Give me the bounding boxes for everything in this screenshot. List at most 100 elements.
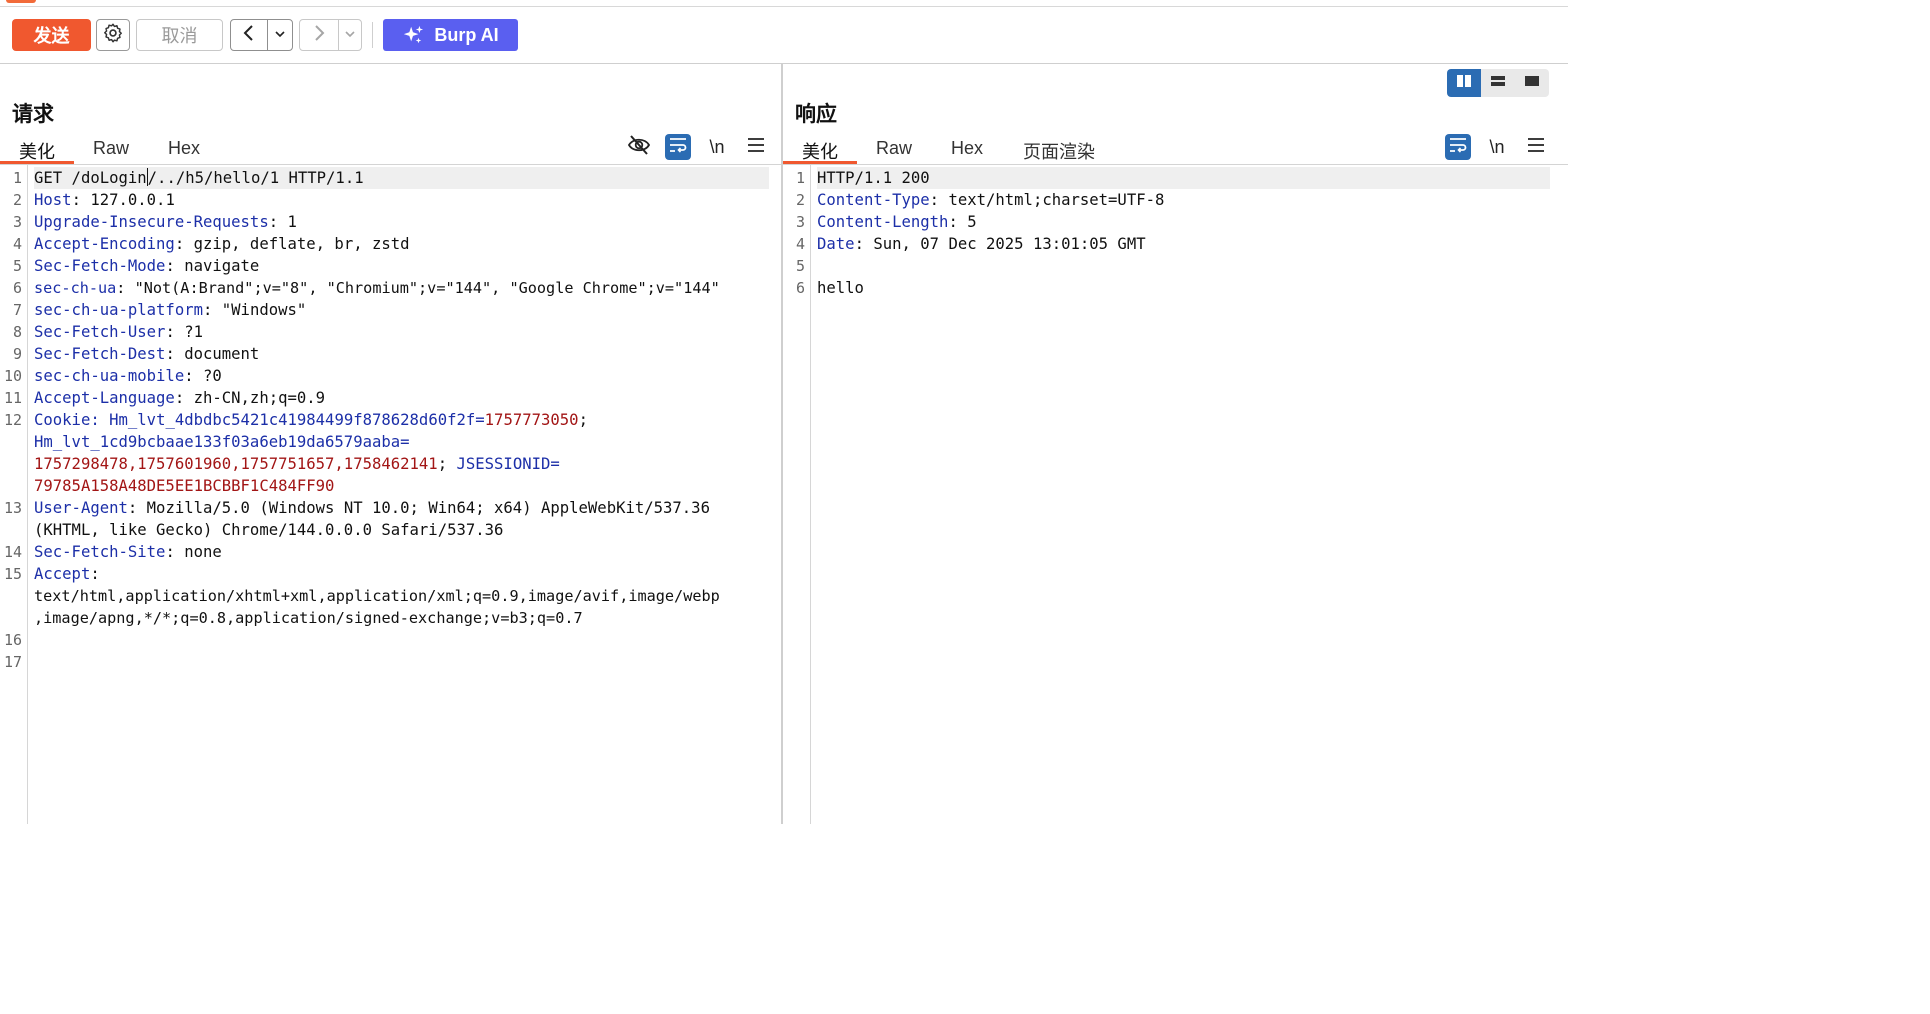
back-button[interactable] xyxy=(230,19,268,51)
layout-rows-button[interactable] xyxy=(1481,69,1515,97)
wrap-toggle-button[interactable] xyxy=(1445,134,1471,160)
layout-split-button[interactable] xyxy=(1447,69,1481,97)
line-number: 3 xyxy=(12,213,22,231)
request-header-line: Accept-Encoding: gzip, deflate, br, zstd xyxy=(34,233,410,255)
send-button[interactable]: 发送 xyxy=(12,19,91,51)
response-tab-raw[interactable]: Raw xyxy=(865,134,923,164)
request-line-text: GET /doLogin xyxy=(34,169,147,187)
request-gutter: 1 2 3 4 5 6 7 8 9 10 11 12 13 14 15 16 1… xyxy=(0,165,28,824)
header-value: : none xyxy=(165,543,222,561)
line-number: 2 xyxy=(12,191,22,209)
response-status-line: HTTP/1.1 200 xyxy=(817,167,1550,189)
header-key: Upgrade-Insecure-Requests xyxy=(34,213,269,231)
header-value: : ?1 xyxy=(165,323,203,341)
line-number: 17 xyxy=(3,653,22,671)
cookie-separator: ; xyxy=(437,455,457,473)
layout-switcher xyxy=(1447,69,1549,97)
header-value: : xyxy=(90,565,100,583)
request-header-line: Accept: xyxy=(34,563,100,585)
burp-ai-label: Burp AI xyxy=(434,24,499,45)
line-number: 1 xyxy=(795,169,805,187)
request-tab-hex[interactable]: Hex xyxy=(156,134,212,164)
line-number: 15 xyxy=(3,565,22,583)
header-key: Host xyxy=(34,191,72,209)
hide-nonprintable-button[interactable] xyxy=(626,134,652,160)
request-editor[interactable]: 1 2 3 4 5 6 7 8 9 10 11 12 13 14 15 16 1… xyxy=(0,165,781,824)
request-menu-button[interactable] xyxy=(743,134,769,160)
request-tab-pretty[interactable]: 美化 xyxy=(0,134,74,164)
response-pane: 响应 美化 Raw Hex 页面渲染 \n 1 2 3 4 5 6 HTTP/1… xyxy=(783,64,1568,824)
header-value: : 127.0.0.1 xyxy=(71,191,175,209)
chevron-down-icon xyxy=(344,26,356,44)
request-header-line: Sec-Fetch-User: ?1 xyxy=(34,321,203,343)
wrap-icon xyxy=(668,136,688,159)
burp-ai-button[interactable]: Burp AI xyxy=(383,19,518,51)
response-tab-render[interactable]: 页面渲染 xyxy=(1013,134,1105,164)
request-header-line: sec-ch-ua-platform: "Windows" xyxy=(34,299,306,321)
cancel-button[interactable]: 取消 xyxy=(136,19,223,51)
back-history-dropdown[interactable] xyxy=(267,19,293,51)
request-header-continuation: (KHTML, like Gecko) Chrome/144.0.0.0 Saf… xyxy=(34,521,504,539)
line-number: 14 xyxy=(3,543,22,561)
request-header-continuation: text/html,application/xhtml+xml,applicat… xyxy=(34,587,720,605)
line-number: 16 xyxy=(3,631,22,649)
header-key: Cookie xyxy=(34,411,91,429)
line-number: 4 xyxy=(12,235,22,253)
request-pane: 请求 美化 Raw Hex \n 1 2 3 4 5 6 7 8 9 10 11… xyxy=(0,64,783,824)
response-title: 响应 xyxy=(795,103,837,126)
request-cookie-continuation: 1757298478,1757601960,1757751657,1758462… xyxy=(34,453,560,475)
header-key: Accept-Language xyxy=(34,389,175,407)
header-value: : "Not(A:Brand";v="8", "Chromium";v="144… xyxy=(116,279,720,297)
header-key: Sec-Fetch-Mode xyxy=(34,257,166,275)
layout-single-icon xyxy=(1524,74,1540,93)
line-number: 5 xyxy=(12,257,22,275)
response-gutter: 1 2 3 4 5 6 xyxy=(783,165,811,824)
wrap-icon xyxy=(1448,136,1468,159)
line-number: 12 xyxy=(3,411,22,429)
line-number: 1 xyxy=(12,169,22,187)
header-key: Date xyxy=(817,235,855,253)
header-separator: : xyxy=(90,411,110,429)
newline-toggle-button[interactable]: \n xyxy=(1484,134,1510,160)
response-tab-hex[interactable]: Hex xyxy=(939,134,995,164)
request-header-line: Upgrade-Insecure-Requests: 1 xyxy=(34,211,297,233)
menu-icon xyxy=(1527,137,1545,158)
layout-split-icon xyxy=(1456,74,1472,93)
request-header-line: Sec-Fetch-Mode: navigate xyxy=(34,255,259,277)
header-key: Sec-Fetch-Site xyxy=(34,543,166,561)
cookie-separator: ; xyxy=(578,411,588,429)
header-key: User-Agent xyxy=(34,499,128,517)
active-tab-indicator xyxy=(6,0,36,3)
settings-button[interactable] xyxy=(96,19,130,51)
response-tab-pretty[interactable]: 美化 xyxy=(783,134,857,164)
response-header-line: Content-Length: 5 xyxy=(817,211,977,233)
header-key: Sec-Fetch-Dest xyxy=(34,345,166,363)
cookie-name: JSESSIONID xyxy=(456,455,551,473)
top-strip xyxy=(0,0,1568,7)
forward-button[interactable] xyxy=(299,19,339,51)
header-value: : "Windows" xyxy=(203,301,307,319)
response-body-line: hello xyxy=(817,279,864,297)
header-key: Content-Length xyxy=(817,213,949,231)
header-value: : document xyxy=(165,345,260,363)
response-editor[interactable]: 1 2 3 4 5 6 HTTP/1.1 200 Content-Type: t… xyxy=(783,165,1568,824)
request-header-line: sec-ch-ua-mobile: ?0 xyxy=(34,365,222,387)
response-menu-button[interactable] xyxy=(1523,134,1549,160)
layout-rows-icon xyxy=(1490,74,1506,93)
request-header-continuation: ,image/apng,*/*;q=0.8,application/signed… xyxy=(34,609,583,627)
header-key: Content-Type xyxy=(817,191,930,209)
header-value: : 5 xyxy=(948,213,977,231)
response-header-line: Content-Type: text/html;charset=UTF-8 xyxy=(817,189,1164,211)
settings-gear-icon xyxy=(102,22,124,49)
header-key: Accept-Encoding xyxy=(34,235,175,253)
header-key: Accept xyxy=(34,565,91,583)
request-header-line: Sec-Fetch-Site: none xyxy=(34,541,222,563)
forward-history-dropdown[interactable] xyxy=(338,19,362,51)
request-line-1: GET /doLogin/../h5/hello/1 HTTP/1.1 xyxy=(34,167,769,189)
request-header-line: Host: 127.0.0.1 xyxy=(34,189,175,211)
layout-single-button[interactable] xyxy=(1515,69,1549,97)
cookie-equals: = xyxy=(475,411,485,429)
request-tab-raw[interactable]: Raw xyxy=(82,134,140,164)
wrap-toggle-button[interactable] xyxy=(665,134,691,160)
newline-toggle-button[interactable]: \n xyxy=(704,134,730,160)
